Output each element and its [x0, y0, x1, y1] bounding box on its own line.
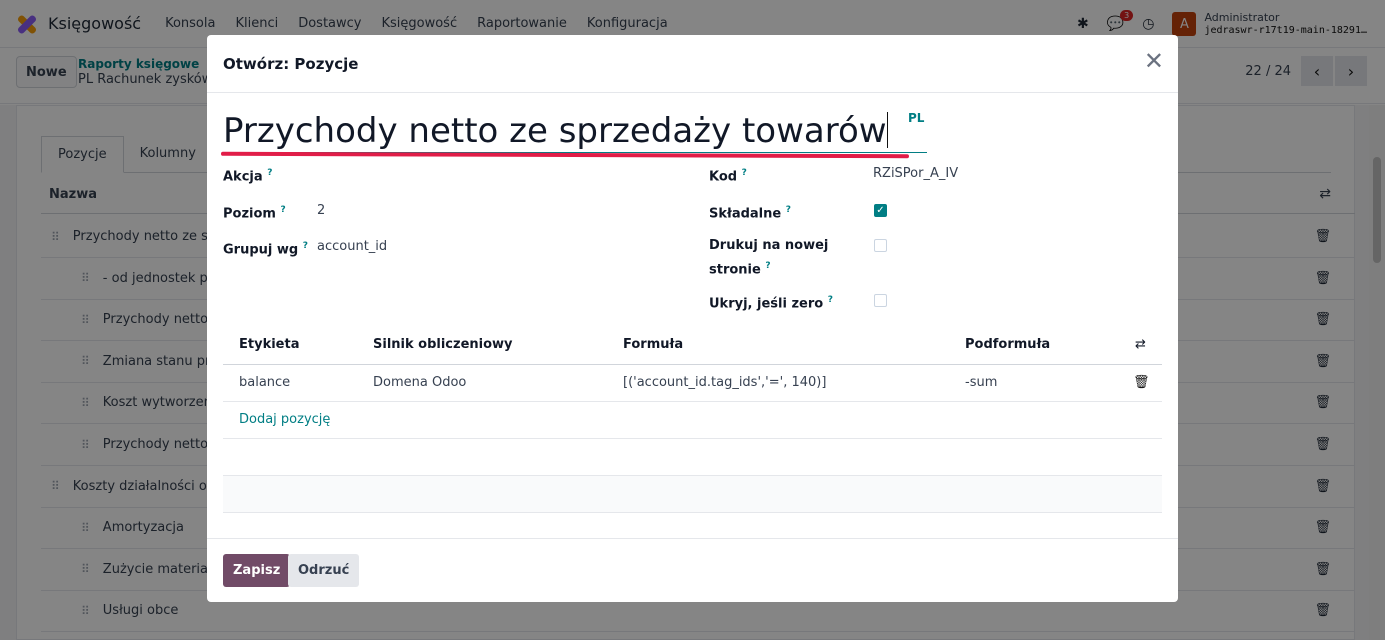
dialog-footer: Zapisz Odrzuć: [207, 538, 1178, 602]
save-button[interactable]: Zapisz: [223, 554, 291, 587]
cell-silnik[interactable]: Domena Odoo: [373, 375, 466, 390]
column-header-formula[interactable]: Formuła: [623, 337, 683, 352]
discard-button[interactable]: Odrzuć: [288, 554, 360, 587]
column-header-etykieta[interactable]: Etykieta: [239, 337, 299, 352]
name-input-value: Przychody netto ze sprzedaży towarów: [223, 111, 887, 151]
trash-icon[interactable]: 🗑: [1133, 375, 1150, 390]
name-input[interactable]: Przychody netto ze sprzedaży towarów: [223, 109, 927, 153]
add-line-link[interactable]: Dodaj pozycję: [239, 412, 330, 427]
ukryj-label: Ukryj, jeśli zero ?: [709, 295, 833, 312]
grupuj-label: Grupuj wg ?: [223, 241, 308, 258]
drukuj-checkbox[interactable]: [874, 239, 887, 252]
edit-line-dialog: Otwórz: Pozycje ✕ Przychody netto ze spr…: [207, 35, 1178, 602]
help-icon[interactable]: ?: [303, 241, 308, 251]
kod-label: Kod ?: [709, 168, 747, 185]
help-icon[interactable]: ?: [786, 205, 791, 215]
close-icon[interactable]: ✕: [1144, 49, 1164, 73]
poziom-field[interactable]: 2: [317, 201, 325, 221]
dialog-title: Otwórz: Pozycje: [223, 55, 359, 73]
add-line-row: Dodaj pozycję: [223, 402, 1162, 439]
help-icon[interactable]: ?: [828, 295, 833, 305]
skladalne-checkbox[interactable]: ✓: [874, 204, 887, 217]
expressions-header: Etykieta Silnik obliczeniowy Formuła Pod…: [223, 327, 1162, 365]
ukryj-checkbox[interactable]: [874, 294, 887, 307]
help-icon[interactable]: ?: [742, 168, 747, 178]
help-icon[interactable]: ?: [765, 261, 770, 271]
skladalne-label: Składalne ?: [709, 205, 791, 222]
help-icon[interactable]: ?: [281, 205, 286, 215]
poziom-label: Poziom ?: [223, 205, 286, 222]
column-header-silnik[interactable]: Silnik obliczeniowy: [373, 337, 513, 352]
empty-row: [223, 476, 1162, 513]
expressions-table: Etykieta Silnik obliczeniowy Formuła Pod…: [223, 327, 1162, 513]
cell-podformula[interactable]: -sum: [965, 375, 997, 390]
column-header-podformula[interactable]: Podformuła: [965, 337, 1050, 352]
cell-formula[interactable]: [('account_id.tag_ids','=', 140)]: [623, 375, 826, 390]
dialog-header: Otwórz: Pozycje ✕: [207, 35, 1178, 93]
grupuj-field[interactable]: account_id: [317, 237, 387, 257]
drukuj-label: Drukuj na nowej stronie ?: [709, 238, 829, 278]
language-button[interactable]: PL: [908, 111, 924, 125]
table-row[interactable]: balance Domena Odoo [('account_id.tag_id…: [223, 365, 1162, 402]
optional-columns-icon[interactable]: ⇄: [1135, 337, 1146, 352]
cell-etykieta[interactable]: balance: [239, 375, 290, 390]
akcja-label: Akcja ?: [223, 168, 273, 185]
text-caret: [886, 112, 888, 148]
help-icon[interactable]: ?: [267, 168, 272, 178]
kod-field[interactable]: RZiSPor_A_IV: [873, 164, 958, 184]
empty-row: [223, 439, 1162, 476]
